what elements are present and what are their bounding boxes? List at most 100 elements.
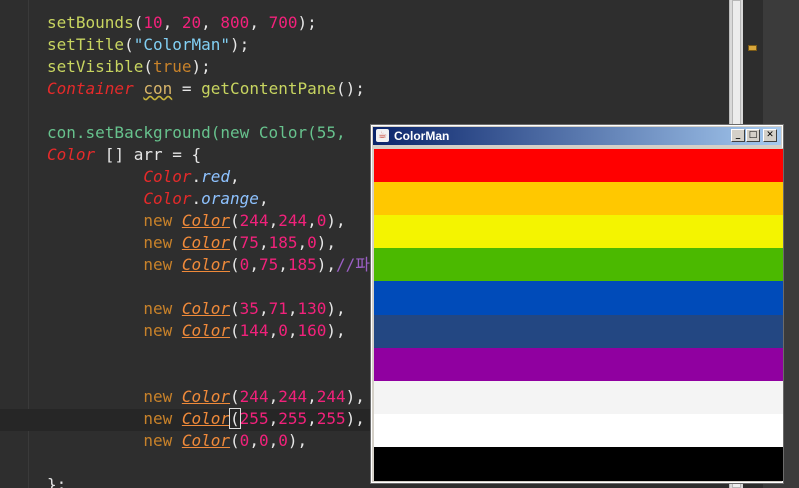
code-token: 255 [316,409,346,428]
code-token: ); [297,13,317,32]
maximize-button[interactable]: □ [746,129,760,142]
code-token: 255 [239,409,269,428]
code-token: 35 [239,299,259,318]
code-token: ( [230,387,240,406]
minimize-button[interactable]: _ [731,129,745,142]
code-token: ( [230,431,240,450]
code-token: ); [230,35,250,54]
code-line[interactable]: Color.red, [47,166,239,188]
code-token: , [258,189,269,208]
code-token: [] arr = { [95,145,202,164]
code-token: orange [201,189,259,208]
code-token: 255 [278,409,308,428]
code-line[interactable]: new Color(244,244,0), [47,210,346,232]
code-line[interactable]: setTitle("ColorMan"); [47,34,249,56]
code-token: 10 [143,13,163,32]
code-token: 244 [278,387,308,406]
code-line[interactable]: new Color(255,255,255), [47,408,365,430]
code-token: ), [326,211,346,230]
code-token: ( [230,299,240,318]
code-token: //파 [336,255,371,274]
code-line[interactable]: }; [47,474,66,488]
code-token: new [143,431,182,450]
code-token: 71 [268,299,288,318]
code-token: 0 [278,431,288,450]
code-token: . [191,167,202,186]
code-token: 244 [239,387,269,406]
code-token: 244 [278,211,308,230]
color-band [374,380,783,415]
code-token: 185 [287,255,317,274]
code-token: ( [133,13,144,32]
close-button[interactable]: ✕ [763,129,777,142]
code-token: con [143,79,173,98]
colorman-window[interactable]: ☕ ColorMan _ □ ✕ [370,124,784,484]
code-line[interactable]: Container con = getContentPane(); [47,78,365,100]
code-line[interactable]: new Color(244,244,244), [47,386,365,408]
code-token: 130 [297,299,327,318]
code-token: new [143,233,182,252]
code-token: Color [181,299,231,318]
code-line[interactable]: new Color(35,71,130), [47,298,345,320]
code-token: ( [124,35,134,54]
window-title: ColorMan [394,129,450,143]
code-token: true [152,57,192,76]
code-token: ( [230,233,240,252]
code-token: , [201,13,221,32]
color-band [374,281,783,316]
color-band [374,347,783,382]
code-token: 0 [307,233,317,252]
window-titlebar[interactable]: ☕ ColorMan _ □ ✕ [373,127,781,145]
code-token: , [258,299,269,318]
code-token: 185 [268,233,298,252]
code-token: , [258,233,269,252]
code-line[interactable]: new Color(75,185,0), [47,232,336,254]
code-line[interactable]: Color [] arr = { [47,144,201,166]
color-band [374,215,783,250]
code-token: , [268,431,279,450]
code-token: new [143,321,182,340]
code-token: , [268,211,279,230]
code-token: ), [316,233,337,252]
code-token: Color [143,167,192,186]
code-token: Color [181,211,231,230]
code-token: (); [336,79,365,98]
code-line[interactable]: Color.orange, [47,188,269,210]
code-token: "ColorMan" [133,35,231,54]
code-token: 244 [239,211,269,230]
code-line[interactable]: new Color(0,75,185),//파 [47,254,370,276]
code-token: 700 [268,13,298,32]
code-token: Color [181,387,231,406]
code-token: setBounds [47,13,134,32]
code-line[interactable]: con.setBackground(new Color(55, [47,122,346,144]
code-token: 144 [239,321,269,340]
code-token: ), [345,387,365,406]
code-token: 244 [316,387,346,406]
code-token: setTitle [47,35,125,54]
code-token: ), [287,431,308,450]
code-line[interactable]: new Color(0,0,0), [47,430,307,452]
code-line[interactable]: setBounds(10, 20, 800, 700); [47,12,317,34]
code-line[interactable]: setVisible(true); [47,56,211,78]
code-token: Color [181,431,231,450]
code-token: , [162,13,182,32]
code-token: 0 [239,255,250,274]
warning-marker-icon[interactable] [748,45,757,51]
window-content-pane [373,148,783,481]
code-token: Color [181,321,231,340]
code-line[interactable]: new Color(144,0,160), [47,320,345,342]
code-token: 0 [258,431,269,450]
code-token: Color [181,233,231,252]
code-token: 0 [278,321,288,340]
code-token: , [307,387,317,406]
